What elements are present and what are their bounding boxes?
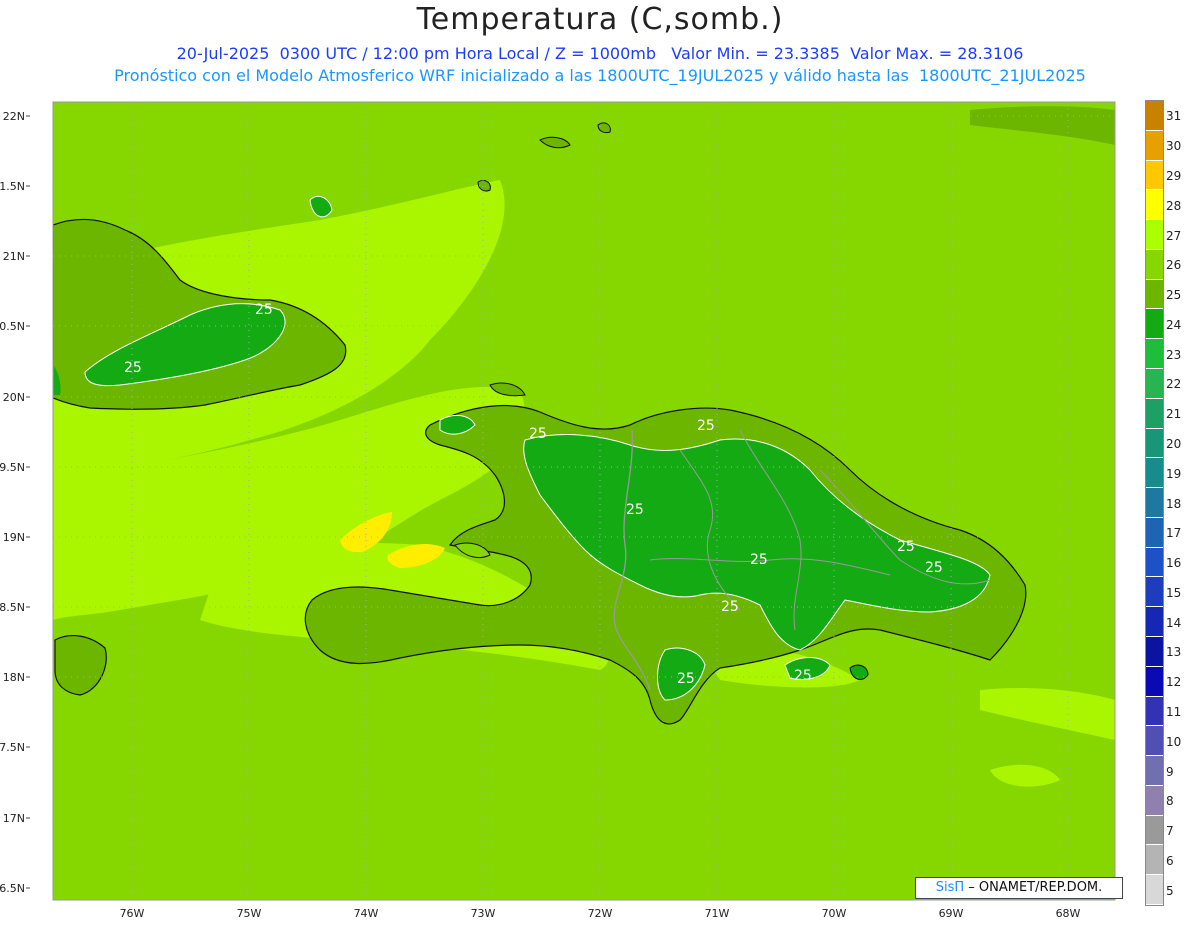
lon-label: 74W	[354, 907, 379, 920]
legend-label: 5	[1166, 883, 1174, 898]
legend-label: 29	[1166, 168, 1182, 183]
legend-swatch	[1146, 517, 1163, 548]
legend-swatch	[1146, 577, 1163, 608]
legend-swatch	[1146, 458, 1163, 489]
sispi-logo: SisΠ	[935, 880, 965, 895]
legend-swatch	[1146, 101, 1163, 131]
legend-swatch	[1146, 726, 1163, 757]
lon-label: 72W	[588, 907, 613, 920]
lat-label: 18N	[3, 671, 25, 684]
legend-label: 25	[1166, 288, 1182, 303]
legend-label: 14	[1166, 615, 1182, 630]
legend-swatch	[1146, 607, 1163, 637]
lon-label: 73W	[471, 907, 496, 920]
legend-swatch	[1146, 249, 1163, 280]
legend-label: 8	[1166, 794, 1174, 809]
legend-label: 24	[1166, 317, 1182, 332]
legend-swatch	[1146, 666, 1163, 697]
lat-label: 20.5N	[0, 320, 25, 333]
lon-label: 75W	[237, 907, 262, 920]
legend-label: 23	[1166, 347, 1182, 362]
legend-swatch	[1146, 875, 1163, 905]
legend-label: 22	[1166, 377, 1182, 392]
temperature-map: 25 25 25 25 25 25 25 25 25 25 25 22N 21.…	[0, 101, 1116, 920]
lat-label: 17.5N	[0, 741, 25, 754]
lon-label: 71W	[705, 907, 730, 920]
credit-text: – ONAMET/REP.DOM.	[964, 880, 1103, 895]
legend-label: 30	[1166, 139, 1182, 154]
legend-label: 12	[1166, 675, 1182, 690]
lon-label: 76W	[120, 907, 145, 920]
legend-label: 21	[1166, 407, 1182, 422]
lat-label: 19N	[3, 531, 25, 544]
contour-label: 25	[750, 552, 768, 568]
contour-label: 25	[529, 426, 547, 442]
contour-label: 25	[721, 599, 739, 615]
color-legend	[1145, 100, 1164, 906]
legend-swatch	[1146, 220, 1163, 250]
contour-label: 25	[925, 560, 943, 576]
legend-label: 17	[1166, 526, 1182, 541]
contour-label: 25	[677, 671, 695, 687]
lat-label: 18.5N	[0, 601, 25, 614]
lon-label: 69W	[939, 907, 964, 920]
legend-label: 13	[1166, 645, 1182, 660]
legend-swatch	[1146, 845, 1163, 876]
legend-label: 11	[1166, 704, 1182, 719]
legend-label: 7	[1166, 824, 1174, 839]
legend-swatch	[1146, 785, 1163, 816]
legend-label: 15	[1166, 585, 1182, 600]
lat-label: 20N	[3, 391, 25, 404]
legend-swatch	[1146, 160, 1163, 191]
contour-label: 25	[794, 668, 812, 684]
credit-box: SisΠ – ONAMET/REP.DOM.	[915, 877, 1123, 899]
legend-label: 10	[1166, 734, 1182, 749]
legend-swatch	[1146, 488, 1163, 518]
lat-label: 21N	[3, 250, 25, 263]
legend-label: 28	[1166, 198, 1182, 213]
legend-swatch	[1146, 398, 1163, 429]
contour-label: 25	[897, 539, 915, 555]
legend-label: 31	[1166, 109, 1182, 124]
lat-label: 21.5N	[0, 180, 25, 193]
lat-label: 17N	[3, 812, 25, 825]
legend-swatch	[1146, 637, 1163, 667]
contour-label: 25	[255, 302, 273, 318]
legend-swatch	[1146, 815, 1163, 846]
lat-label: 16.5N	[0, 882, 25, 895]
legend-label: 19	[1166, 466, 1182, 481]
legend-label: 9	[1166, 764, 1174, 779]
legend-label: 27	[1166, 228, 1182, 243]
contour-label: 25	[697, 418, 715, 434]
legend-swatch	[1146, 696, 1163, 727]
legend-label: 6	[1166, 853, 1174, 868]
lon-label: 70W	[822, 907, 847, 920]
legend-label: 20	[1166, 436, 1182, 451]
contour-label: 25	[124, 360, 142, 376]
legend-label: 26	[1166, 258, 1182, 273]
lat-label: 19.5N	[0, 461, 25, 474]
contour-label: 25	[626, 502, 644, 518]
lat-label: 22N	[3, 110, 25, 123]
legend-swatch	[1146, 369, 1163, 399]
legend-swatch	[1146, 130, 1163, 161]
lon-label: 68W	[1056, 907, 1081, 920]
legend-swatch	[1146, 339, 1163, 369]
legend-swatch	[1146, 279, 1163, 310]
legend-swatch	[1146, 190, 1163, 221]
legend-label: 16	[1166, 556, 1182, 571]
legend-swatch	[1146, 428, 1163, 459]
legend-label: 18	[1166, 496, 1182, 511]
legend-swatch	[1146, 309, 1163, 340]
legend-swatch	[1146, 756, 1163, 786]
legend-swatch	[1146, 547, 1163, 578]
